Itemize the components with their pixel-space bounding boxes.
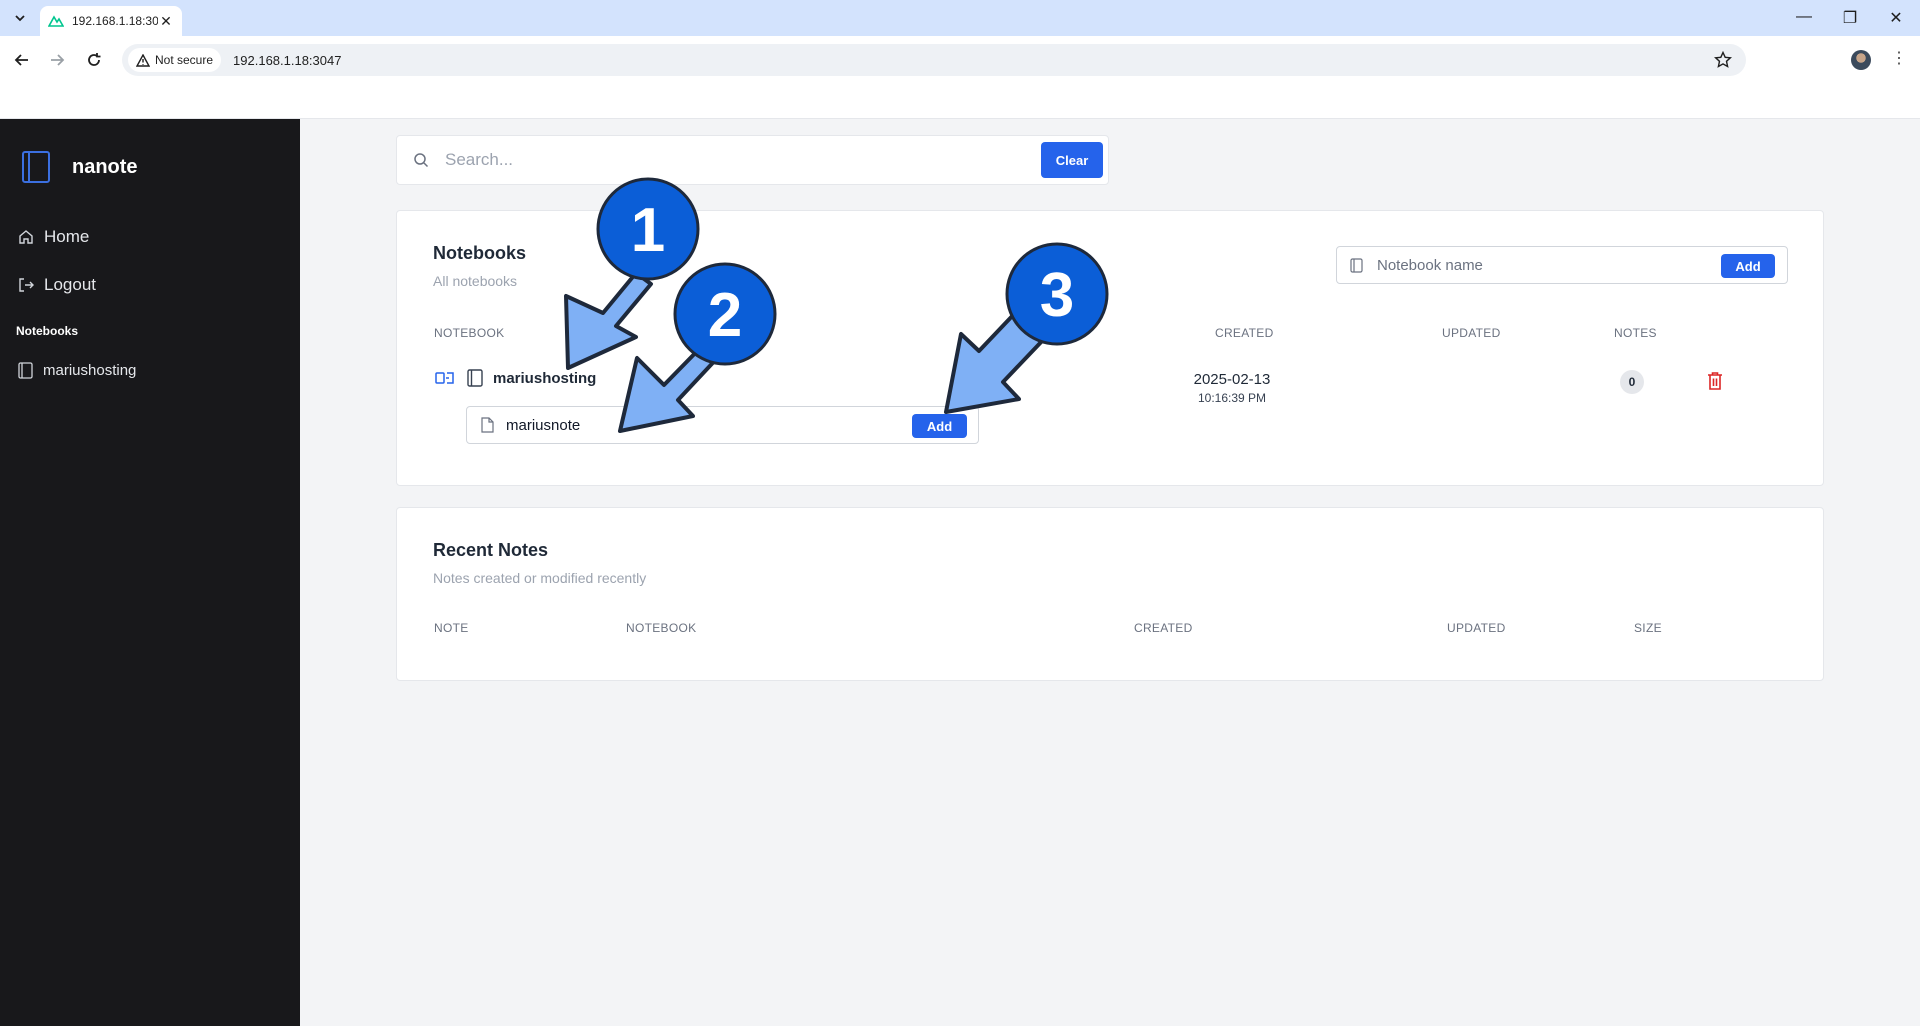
notebooks-title: Notebooks <box>433 243 527 263</box>
recent-notes-card: Recent Notes Notes created or modified r… <box>396 507 1824 681</box>
url-text: 192.168.1.18:3047 <box>233 52 342 68</box>
add-notebook-button[interactable]: Add <box>1721 254 1775 278</box>
browser-tab[interactable]: 192.168.1.18:3047 ✕ <box>40 6 182 36</box>
column-header-size: SIZE <box>1634 621 1662 635</box>
clear-search-button[interactable]: Clear <box>1041 142 1103 178</box>
minimize-window-button[interactable]: — <box>1784 8 1824 26</box>
browser-tab-strip: 192.168.1.18:3047 ✕ — ❐ ✕ <box>0 0 1920 36</box>
new-note-form: Add <box>466 406 979 444</box>
search-input[interactable] <box>445 150 1005 170</box>
sidebar-item-home[interactable]: Home <box>18 227 89 247</box>
browser-menu-button[interactable]: ⋮ <box>1891 48 1907 68</box>
trash-icon[interactable] <box>1707 371 1723 391</box>
page-top-strip <box>0 84 1920 119</box>
notebooks-subtitle: All notebooks <box>433 273 518 289</box>
notebook-created-time: 10:16:39 PM <box>1197 391 1267 405</box>
notebook-icon <box>18 362 33 379</box>
notebook-row[interactable]: mariushosting <box>435 369 596 387</box>
notebook-name[interactable]: mariushosting <box>493 370 596 387</box>
warning-icon <box>136 53 150 67</box>
notebook-logo-icon <box>22 151 50 183</box>
add-note-button[interactable]: Add <box>912 414 967 438</box>
column-header-note: NOTE <box>434 621 469 635</box>
reload-button[interactable] <box>83 49 105 71</box>
notes-count-badge: 0 <box>1620 370 1644 394</box>
tab-title: 192.168.1.18:3047 <box>72 14 158 28</box>
address-bar[interactable]: Not secure 192.168.1.18:3047 <box>122 44 1746 76</box>
forward-button[interactable] <box>46 49 68 71</box>
nuxt-favicon-icon <box>48 15 64 27</box>
recent-notes-subtitle: Notes created or modified recently <box>433 570 647 586</box>
search-icon <box>414 153 429 168</box>
sidebar-item-label: Home <box>44 227 90 246</box>
new-notebook-form: Add <box>1336 246 1788 284</box>
note-name-input[interactable] <box>506 416 886 434</box>
tab-close-icon[interactable]: ✕ <box>158 13 174 30</box>
sidebar-item-notebook[interactable]: mariushosting <box>18 362 136 379</box>
column-header-created: CREATED <box>1215 326 1274 340</box>
sidebar-notebooks-heading: Notebooks <box>16 324 79 338</box>
chevron-down-icon <box>15 15 25 22</box>
security-chip-label: Not secure <box>155 53 214 67</box>
arrow-right-icon <box>51 54 65 66</box>
column-header-updated: UPDATED <box>1447 621 1506 635</box>
column-header-updated: UPDATED <box>1442 326 1501 340</box>
notebook-icon <box>467 369 483 387</box>
arrow-left-icon <box>14 54 28 66</box>
recent-notes-title: Recent Notes <box>433 540 549 560</box>
notebooks-card: Notebooks All notebooks Add NOTEBOOK CRE… <box>396 210 1824 486</box>
restore-window-button[interactable]: ❐ <box>1830 8 1870 28</box>
sidebar-item-label: Logout <box>44 275 96 294</box>
brand-name: nanote <box>72 155 138 178</box>
close-window-button[interactable]: ✕ <box>1876 8 1916 28</box>
tab-search-button[interactable] <box>8 7 32 29</box>
sidebar-item-logout[interactable]: Logout <box>18 275 96 295</box>
home-icon <box>19 230 33 244</box>
bookmark-star-icon[interactable] <box>1714 51 1732 69</box>
sidebar: nanote Home Logout Notebooks mariushosti… <box>0 119 300 1026</box>
brand[interactable]: nanote <box>22 151 138 183</box>
reload-icon <box>88 53 101 66</box>
notebook-name-input[interactable] <box>1377 256 1717 274</box>
collapse-toggle-icon[interactable] <box>435 370 455 386</box>
search-bar: Clear <box>396 135 1109 185</box>
browser-toolbar: Not secure 192.168.1.18:3047 ⋮ <box>0 36 1920 84</box>
security-chip[interactable]: Not secure <box>128 48 222 72</box>
column-header-created: CREATED <box>1134 621 1193 635</box>
back-button[interactable] <box>11 49 33 71</box>
profile-avatar[interactable] <box>1851 50 1871 70</box>
document-icon <box>481 417 494 433</box>
notebook-icon <box>1350 257 1363 273</box>
column-header-notes: NOTES <box>1614 326 1657 340</box>
notebook-created-date: 2025-02-13 <box>1193 371 1271 388</box>
sidebar-item-label: mariushosting <box>43 362 137 379</box>
logout-icon <box>19 278 34 292</box>
column-header-notebook: NOTEBOOK <box>434 326 505 340</box>
column-header-notebook: NOTEBOOK <box>626 621 697 635</box>
